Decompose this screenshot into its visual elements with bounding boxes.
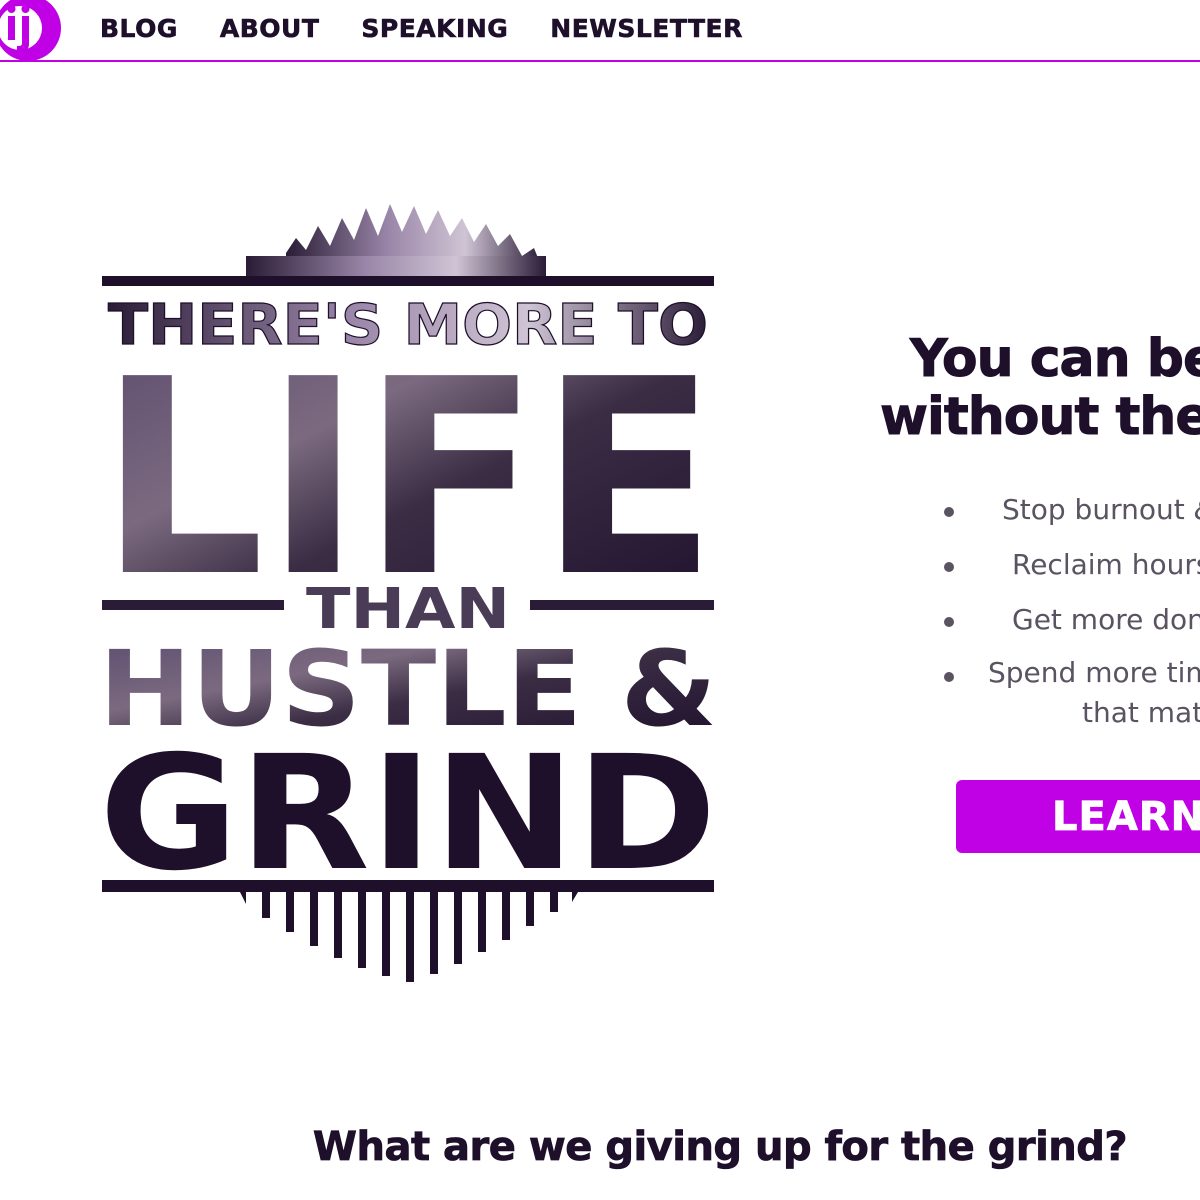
nav-blog[interactable]: BLOG: [100, 12, 178, 46]
benefit-text-line2: that mat: [1082, 696, 1200, 729]
bullet-icon: [944, 617, 954, 627]
benefit-item: Spend more tim that mat: [940, 653, 1200, 733]
benefit-item: Reclaim hours: [940, 543, 1200, 598]
benefit-text: Get more don: [1012, 603, 1200, 636]
hero-poster-graphic: THERE'S MORE TO LIFE THAN HUSTLE & GRIND: [99, 204, 717, 982]
bullet-icon: [944, 672, 954, 682]
main-nav: BLOG ABOUT SPEAKING NEWSLETTER: [100, 12, 743, 46]
poster-line-5: GRIND: [99, 722, 717, 906]
bullet-icon: [944, 562, 954, 572]
hero-poster: THERE'S MORE TO LIFE THAN HUSTLE & GRIND: [96, 198, 726, 988]
poster-stripes: [240, 892, 578, 982]
promo-title-line1: You can be: [910, 329, 1200, 389]
benefit-text: Reclaim hours: [1012, 548, 1200, 581]
logo-icon[interactable]: [0, 0, 64, 66]
nav-speaking[interactable]: SPEAKING: [361, 12, 508, 46]
promo-title: You can be without the: [880, 329, 1200, 447]
benefits-list: Stop burnout & Reclaim hours Get more do…: [940, 488, 1200, 733]
learn-more-button[interactable]: LEARN: [956, 780, 1200, 853]
page: BLOG ABOUT SPEAKING NEWSLETTER THERE'S M…: [0, 0, 1200, 1200]
benefit-text: Stop burnout &: [1002, 493, 1200, 526]
benefit-item: Stop burnout &: [940, 488, 1200, 543]
benefit-text: Spend more tim: [988, 656, 1200, 689]
bullet-icon: [944, 507, 954, 517]
section-title: What are we giving up for the grind?: [312, 1124, 1128, 1171]
benefit-item: Get more don: [940, 598, 1200, 653]
site-header: BLOG ABOUT SPEAKING NEWSLETTER: [0, 0, 1200, 62]
promo-title-line2: without the: [880, 387, 1200, 447]
nav-newsletter[interactable]: NEWSLETTER: [550, 12, 743, 46]
nav-about[interactable]: ABOUT: [220, 12, 320, 46]
